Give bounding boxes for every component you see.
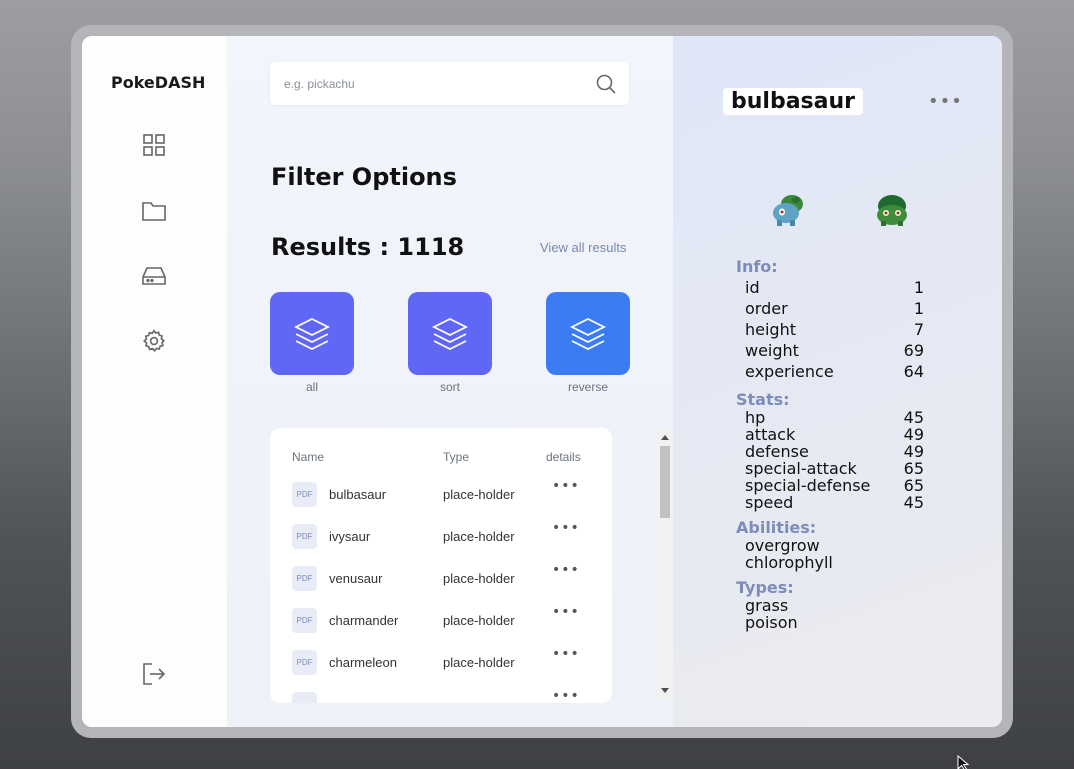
sidebar: PokeDASH [82,36,227,727]
filter-panel: Filter Options Results : 1118 View all r… [227,36,673,727]
pdf-file-icon: PDF [292,566,317,591]
settings-gear-icon[interactable] [140,327,168,355]
column-header-name: Name [292,450,325,464]
mouse-cursor-icon [957,755,970,769]
type-item: poison [745,613,798,632]
row-more-options-icon[interactable]: ••• [552,604,580,620]
brand-logo: PokeDASH [111,73,206,92]
search-box [270,62,629,105]
filter-sort-label: sort [439,380,460,394]
row-name: venusaur [329,571,383,586]
row-more-options-icon[interactable]: ••• [552,562,580,578]
filter-sort-button[interactable] [408,292,492,375]
table-row[interactable]: PDF bulbasaur place-holder ••• [270,478,612,512]
logout-icon[interactable] [140,660,168,688]
pdf-file-icon: PDF [292,650,317,675]
drive-icon[interactable] [140,262,168,290]
filter-options-title: Filter Options [271,163,457,191]
row-type: place-holder [443,613,515,628]
layers-icon [569,317,607,350]
layers-icon [431,317,469,350]
abilities-heading: Abilities: [736,518,817,537]
filter-all-button[interactable] [270,292,354,375]
scroll-thumb[interactable] [660,446,670,518]
view-all-results-link[interactable]: View all results [540,240,626,255]
table-row[interactable]: PDF charmeleon place-holder ••• [270,646,612,680]
stat-value: 45 [903,493,924,512]
filter-reverse-label: reverse [567,380,608,394]
row-more-options-icon[interactable]: ••• [552,520,580,536]
info-value: 7 [913,320,924,339]
info-heading: Info: [736,257,778,276]
results-count: Results : 1118 [271,233,465,261]
info-key: weight [745,341,799,360]
table-row-partial[interactable]: ••• [270,688,612,703]
row-type: place-holder [443,655,515,670]
scroll-up-arrow-icon[interactable] [661,435,669,440]
scroll-down-arrow-icon[interactable] [661,688,669,693]
filter-reverse-button[interactable] [546,292,630,375]
info-key: order [745,299,788,318]
info-value: 1 [913,278,924,297]
pokemon-name: bulbasaur [723,88,863,115]
search-icon[interactable] [595,73,617,95]
pdf-file-icon: PDF [292,524,317,549]
row-more-options-icon[interactable]: ••• [552,688,580,703]
table-row[interactable]: PDF venusaur place-holder ••• [270,562,612,596]
list-scrollbar[interactable] [657,430,673,698]
row-more-options-icon[interactable]: ••• [552,478,580,494]
row-name: bulbasaur [329,487,387,502]
search-input[interactable] [284,62,584,105]
results-table: Name Type details PDF bulbasaur place-ho… [270,428,612,703]
stats-heading: Stats: [736,390,790,409]
pokemon-detail-panel: bulbasaur ••• Info: id 1 order 1 height … [673,36,1002,727]
app-card: PokeDASH e.g. pickachu Filter Options Re… [82,36,1002,727]
pdf-file-icon [292,692,317,703]
info-value: 64 [903,362,924,381]
pdf-file-icon: PDF [292,482,317,507]
dashboard-grid-icon[interactable] [140,131,168,159]
row-more-options-icon[interactable]: ••• [552,646,580,662]
folder-icon[interactable] [140,197,168,225]
row-name: charmeleon [329,655,397,670]
pokemon-shiny-sprite [877,195,907,226]
layers-icon [293,317,331,350]
types-heading: Types: [736,578,794,597]
filter-all-label: all [305,380,318,394]
ability-item: chlorophyll [745,553,833,572]
table-row[interactable]: PDF charmander place-holder ••• [270,604,612,638]
stat-key: speed [745,493,794,512]
column-header-type: Type [443,450,470,464]
pdf-file-icon: PDF [292,608,317,633]
row-type: place-holder [443,571,515,586]
row-type: place-holder [443,487,515,502]
row-type: place-holder [443,529,515,544]
info-key: height [745,320,796,339]
more-options-icon[interactable]: ••• [928,91,963,112]
info-value: 1 [913,299,924,318]
column-header-details: details [546,450,581,464]
row-name: charmander [329,613,399,628]
table-row[interactable]: PDF ivysaur place-holder ••• [270,520,612,554]
info-key: id [745,278,760,297]
pokemon-front-sprite [773,195,803,226]
row-name: ivysaur [329,529,371,544]
info-key: experience [745,362,834,381]
info-value: 69 [903,341,924,360]
